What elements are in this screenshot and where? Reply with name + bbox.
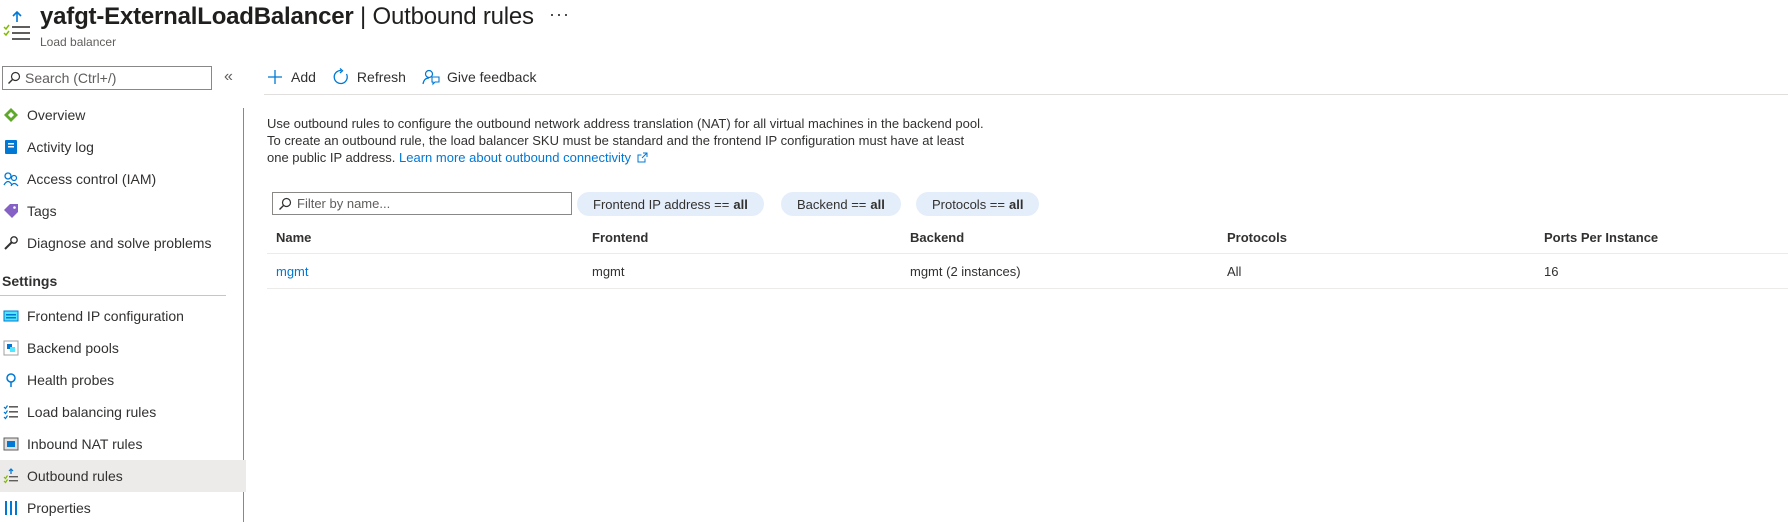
refresh-icon (333, 68, 348, 85)
menu-item-label: Activity log (27, 139, 94, 155)
refresh-button[interactable]: Refresh (332, 68, 406, 86)
section-settings-heading: Settings (2, 273, 58, 289)
menu-item-backend-pools[interactable]: Backend pools (0, 332, 246, 364)
column-header-frontend[interactable]: Frontend (592, 230, 648, 245)
menu-item-label: Overview (27, 107, 86, 123)
menu-item-frontend-ip[interactable]: Frontend IP configuration (0, 300, 246, 332)
give-feedback-label: Give feedback (446, 69, 537, 85)
overview-icon (2, 106, 20, 124)
frontend-ip-filter-pill[interactable]: Frontend IP address == all (577, 192, 764, 216)
column-header-protocols[interactable]: Protocols (1227, 230, 1287, 245)
outbound-rules-icon (2, 467, 20, 485)
menu-item-tags[interactable]: Tags (0, 195, 246, 227)
add-button[interactable]: Add (266, 68, 316, 86)
column-header-backend[interactable]: Backend (910, 230, 964, 245)
pill-label: Frontend IP address == (593, 196, 730, 212)
page-title: yafgt-ExternalLoadBalancer | Outbound ru… (40, 3, 534, 31)
activity-log-icon (2, 138, 20, 156)
resource-menu: « Overview Activity log Access control (… (0, 60, 246, 522)
page-description: Use outbound rules to configure the outb… (267, 115, 987, 166)
section-divider (0, 295, 226, 296)
title-separator: | (353, 3, 373, 30)
command-bar-divider (264, 94, 1788, 95)
menu-item-label: Diagnose and solve problems (27, 235, 212, 251)
cell-backend: mgmt (2 instances) (910, 263, 1021, 279)
backend-filter-pill[interactable]: Backend == all (781, 192, 901, 216)
feedback-icon (422, 69, 440, 86)
external-link-icon (637, 152, 648, 163)
menu-item-label: Frontend IP configuration (27, 308, 184, 324)
pill-label: Backend == (797, 196, 867, 212)
menu-item-label: Outbound rules (27, 468, 123, 484)
cell-protocols: All (1227, 263, 1242, 279)
pill-label: Protocols == (932, 196, 1005, 212)
pill-value: all (733, 196, 748, 212)
menu-item-label: Health probes (27, 372, 115, 388)
tag-icon (2, 202, 20, 220)
inbound-nat-icon (2, 435, 20, 453)
menu-item-inbound-nat[interactable]: Inbound NAT rules (0, 428, 246, 460)
search-icon (8, 71, 21, 84)
protocols-filter-pill[interactable]: Protocols == all (916, 192, 1040, 216)
table-row[interactable]: mgmt mgmt mgmt (2 instances) All 16 (267, 254, 1788, 289)
menu-item-label: Access control (IAM) (27, 171, 157, 187)
backend-pool-icon (2, 339, 20, 357)
more-actions-button[interactable]: ··· (549, 4, 570, 25)
rule-name-link[interactable]: mgmt (276, 264, 309, 279)
cell-frontend: mgmt (592, 263, 625, 279)
add-button-label: Add (291, 69, 316, 85)
health-probe-icon (2, 371, 20, 389)
iam-icon (2, 170, 20, 188)
menu-item-access-control[interactable]: Access control (IAM) (0, 163, 246, 195)
menu-list: Overview Activity log Access control (IA… (0, 99, 246, 522)
menu-item-label: Backend pools (27, 340, 119, 356)
column-header-ports-per-instance[interactable]: Ports Per Instance (1544, 230, 1658, 245)
resource-type: Load balancer (40, 35, 117, 49)
menu-item-properties[interactable]: Properties (0, 492, 246, 522)
menu-item-label: Load balancing rules (27, 404, 157, 420)
lb-rules-icon (2, 403, 20, 421)
outbound-rules-icon (2, 8, 32, 40)
page-header: yafgt-ExternalLoadBalancer | Outbound ru… (0, 0, 1788, 50)
column-header-name[interactable]: Name (276, 230, 311, 245)
frontend-ip-icon (2, 307, 20, 325)
blade-name: Outbound rules (372, 3, 535, 30)
menu-item-lb-rules[interactable]: Load balancing rules (0, 396, 246, 428)
command-bar: Add Refresh Give feedback (266, 64, 552, 90)
menu-search[interactable] (2, 66, 212, 90)
outbound-rules-table: Name Frontend Backend Protocols Ports Pe… (267, 222, 1788, 289)
pill-value: all (1009, 196, 1024, 212)
pill-value: all (870, 196, 885, 212)
menu-item-overview[interactable]: Overview (0, 99, 246, 131)
search-icon (279, 197, 292, 210)
menu-item-label: Properties (27, 500, 91, 516)
refresh-button-label: Refresh (356, 69, 406, 85)
resource-name: yafgt-ExternalLoadBalancer (40, 3, 354, 30)
menu-item-label: Inbound NAT rules (27, 436, 143, 452)
menu-item-health-probes[interactable]: Health probes (0, 364, 246, 396)
learn-more-link[interactable]: Learn more about outbound connectivity (399, 150, 648, 165)
menu-search-input[interactable] (25, 70, 205, 86)
menu-item-label: Tags (27, 203, 57, 219)
cell-ports-per-instance: 16 (1544, 263, 1559, 279)
learn-more-label: Learn more about outbound connectivity (399, 150, 632, 165)
menu-item-diagnose[interactable]: Diagnose and solve problems (0, 227, 246, 259)
wrench-icon (2, 234, 20, 252)
properties-icon (2, 499, 20, 517)
collapse-menu-button[interactable]: « (224, 68, 233, 86)
menu-item-outbound-rules[interactable]: Outbound rules (0, 460, 246, 492)
filter-by-name-input[interactable] (297, 196, 557, 211)
filter-by-name[interactable] (272, 192, 572, 215)
table-header: Name Frontend Backend Protocols Ports Pe… (267, 222, 1788, 254)
plus-icon (268, 70, 282, 84)
give-feedback-button[interactable]: Give feedback (422, 68, 537, 86)
menu-item-activity-log[interactable]: Activity log (0, 131, 246, 163)
